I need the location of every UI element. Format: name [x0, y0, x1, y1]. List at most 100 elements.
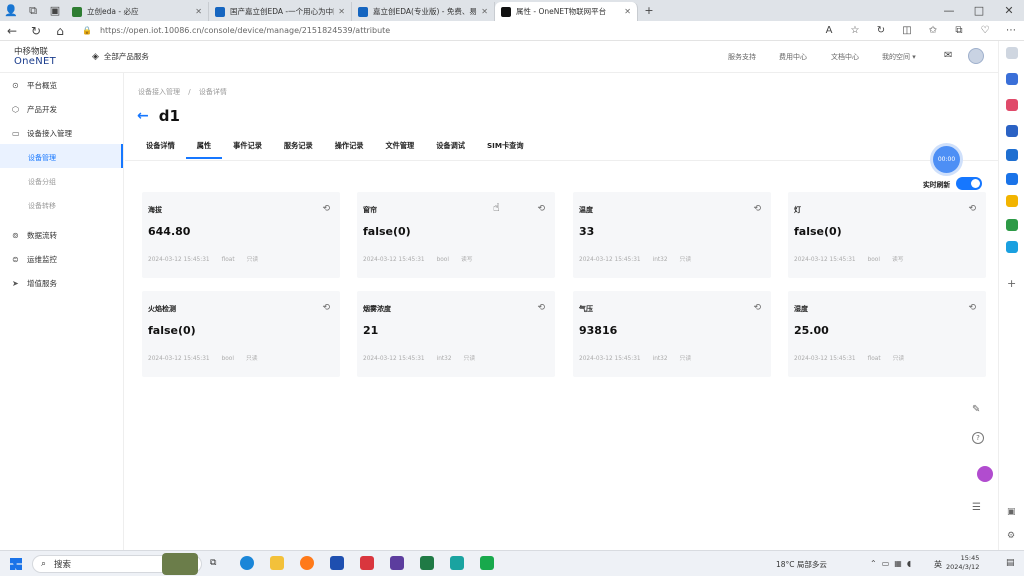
tab-device-debug[interactable]: 设备调试 — [425, 141, 476, 157]
rail-tree-icon[interactable] — [1006, 219, 1018, 231]
rail-layout-icon[interactable]: ▣ — [1007, 507, 1016, 517]
nav-billing[interactable]: 费用中心 — [779, 52, 807, 62]
nav-docs[interactable]: 文档中心 — [831, 52, 859, 62]
attribute-name: 窗帘 — [363, 206, 377, 214]
tab-sim-query[interactable]: SIM卡查询 — [476, 141, 535, 157]
sidebar-item-monitor[interactable]: ⊜ 运维监控 — [12, 254, 57, 265]
sidebar-item-product-dev[interactable]: ⬡ 产品开发 — [12, 104, 57, 115]
split-screen-icon[interactable]: ◫ — [894, 21, 920, 41]
all-products-button[interactable]: ◈ 全部产品服务 — [92, 51, 149, 62]
more-menu-icon[interactable]: ⋯ — [998, 21, 1024, 41]
attribute-access: 只读 — [679, 257, 692, 263]
sidebar-sub-device-group[interactable]: 设备分组 — [28, 177, 56, 187]
sidebar-sub-device-transfer[interactable]: 设备转移 — [28, 201, 56, 211]
browser-tab[interactable]: 国产嘉立创EDA -一个用心为中国... ✕ — [209, 2, 352, 21]
tab-service-log[interactable]: 服务记录 — [273, 141, 324, 157]
url-field[interactable]: 🔒 https://open.iot.10086.cn/console/devi… — [82, 23, 782, 39]
nav-support[interactable]: 服务支持 — [728, 52, 756, 62]
history-icon[interactable]: ⟲ — [968, 303, 976, 313]
tab-operation-log[interactable]: 操作记录 — [324, 141, 375, 157]
excel-icon[interactable] — [420, 556, 434, 570]
tab-event-log[interactable]: 事件记录 — [222, 141, 273, 157]
tab-device-detail[interactable]: 设备详情 — [135, 141, 186, 157]
ide-icon[interactable] — [450, 556, 464, 570]
tab-attributes[interactable]: 属性 — [185, 141, 223, 159]
task-view-icon[interactable]: ⧉ — [210, 558, 216, 568]
new-tab-button[interactable]: + — [638, 0, 660, 21]
sidebar-item-device-access[interactable]: ▭ 设备接入管理 — [12, 128, 72, 139]
feedback-edit-icon[interactable]: ✎ — [972, 404, 980, 415]
breadcrumb-item[interactable]: 设备接入管理 — [138, 88, 180, 96]
home-button[interactable]: ⌂ — [48, 21, 72, 41]
assistant-icon[interactable] — [977, 466, 993, 482]
rail-office-icon[interactable] — [1006, 149, 1018, 161]
history-icon[interactable]: ⟲ — [322, 204, 330, 214]
clock[interactable]: 15:45 2024/3/12 — [946, 554, 979, 572]
app-icon[interactable] — [390, 556, 404, 570]
firefox-icon[interactable] — [300, 556, 314, 570]
browser-tab[interactable]: 嘉立创EDA(专业版) - 免费、易用... ✕ — [352, 2, 495, 21]
tab-actions-icon[interactable]: ▣ — [44, 0, 66, 21]
nav-my-space[interactable]: 我的空间 ▾ — [882, 52, 916, 62]
mail-icon[interactable]: ✉ — [944, 50, 952, 61]
history-icon[interactable]: ⟲ — [537, 204, 545, 214]
tab-file-manage[interactable]: 文件管理 — [374, 141, 425, 157]
rail-add-icon[interactable]: + — [1007, 277, 1016, 290]
notification-icon[interactable]: ▤ — [1006, 558, 1015, 568]
sidebar-item-label: 设备接入管理 — [27, 129, 72, 138]
sidebar-item-data-flow[interactable]: ⊚ 数据流转 — [12, 230, 57, 241]
sidebar-item-value-added[interactable]: ➤ 增值服务 — [12, 278, 57, 289]
refresh-extension-icon[interactable]: ↻ — [868, 21, 894, 41]
sidebar-sub-device-manage[interactable]: 设备管理 — [28, 153, 56, 163]
history-icon[interactable]: ⟲ — [968, 204, 976, 214]
history-icon[interactable]: ⟲ — [753, 303, 761, 313]
tab-close-icon[interactable]: ✕ — [338, 7, 345, 16]
rail-shopping-icon[interactable] — [1006, 73, 1018, 85]
history-icon[interactable]: ⟲ — [753, 204, 761, 214]
ime-indicator[interactable]: 英 — [934, 559, 942, 570]
attribute-time: 2024-03-12 15:45:31 — [148, 257, 210, 263]
favorite-star-icon[interactable]: ☆ — [842, 21, 868, 41]
rail-games-icon[interactable] — [1006, 125, 1018, 137]
realtime-toggle[interactable] — [956, 177, 983, 190]
hbuilder-icon[interactable] — [480, 556, 494, 570]
refresh-button[interactable]: ↻ — [24, 21, 48, 41]
rail-bing-icon[interactable] — [1006, 241, 1018, 253]
collections-icon[interactable]: ⧉ — [946, 21, 972, 41]
tab-close-icon[interactable]: ✕ — [624, 7, 631, 16]
profile-icon[interactable]: 👤 — [0, 0, 22, 21]
help-icon[interactable]: ? — [972, 432, 984, 444]
read-aloud-icon[interactable]: A — [816, 21, 842, 41]
rail-tools-icon[interactable] — [1006, 99, 1018, 111]
rail-search-icon[interactable] — [1006, 47, 1018, 59]
maximize-button[interactable]: □ — [964, 0, 994, 21]
onenet-logo[interactable]: 中移物联 OneNET — [0, 47, 80, 67]
close-window-button[interactable]: ✕ — [994, 0, 1024, 21]
history-icon[interactable]: ⟲ — [537, 303, 545, 313]
minimize-button[interactable]: — — [934, 0, 964, 21]
tray-icons[interactable]: ⌃▭▦◖ — [870, 559, 916, 568]
history-icon[interactable]: ⟲ — [322, 303, 330, 313]
list-icon[interactable]: ☰ — [972, 502, 981, 513]
browser-tab[interactable]: 立创eda - 必应 ✕ — [66, 2, 209, 21]
tab-close-icon[interactable]: ✕ — [195, 7, 202, 16]
rail-drop-icon[interactable] — [1006, 195, 1018, 207]
weather[interactable]: 18°C 局部多云 — [776, 559, 827, 570]
mouse-cursor-icon: ☝ — [493, 201, 500, 214]
favorites-icon[interactable]: ✩ — [920, 21, 946, 41]
edge-icon[interactable] — [240, 556, 254, 570]
health-icon[interactable]: ♡ — [972, 21, 998, 41]
word-icon[interactable] — [330, 556, 344, 570]
start-icon[interactable] — [10, 558, 22, 570]
back-button[interactable]: ← — [0, 21, 24, 41]
wps-icon[interactable] — [360, 556, 374, 570]
browser-tab[interactable]: 属性 - OneNET物联网平台 ✕ — [495, 2, 638, 21]
avatar[interactable] — [968, 48, 984, 64]
rail-settings-icon[interactable]: ⚙ — [1007, 531, 1015, 541]
back-arrow-icon[interactable]: ← — [137, 108, 149, 124]
sidebar-item-overview[interactable]: ⊙ 平台概览 — [12, 80, 57, 91]
rail-outlook-icon[interactable] — [1006, 173, 1018, 185]
file-explorer-icon[interactable] — [270, 556, 284, 570]
workspaces-icon[interactable]: ⧉ — [22, 0, 44, 21]
tab-close-icon[interactable]: ✕ — [481, 7, 488, 16]
